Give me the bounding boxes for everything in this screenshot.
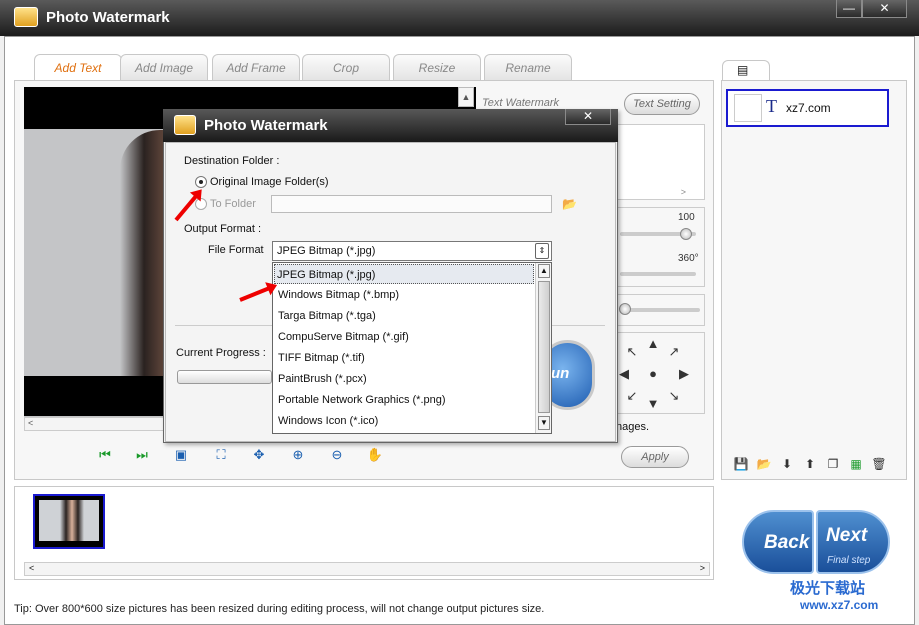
rotate-slider[interactable] <box>620 272 696 276</box>
tab-add-image[interactable]: Add Image <box>120 54 208 80</box>
tab-add-text[interactable]: Add Text <box>34 54 122 81</box>
position-up-right-icon[interactable]: ↗ <box>666 344 682 360</box>
first-image-icon[interactable]: ⏮ <box>96 447 114 463</box>
dropdown-option[interactable]: Targa Bitmap (*.tga) <box>276 306 534 326</box>
dropdown-option[interactable]: Portable Network Graphics (*.png) <box>276 390 534 410</box>
size-slider[interactable] <box>622 308 700 312</box>
apply-to-images-label: nages. <box>616 421 650 433</box>
opacity-max-label: 100 <box>678 212 695 223</box>
file-format-label: File Format <box>208 244 264 256</box>
dialog-title: Photo Watermark <box>204 117 328 134</box>
add-layer-icon[interactable]: ▦ <box>847 457 865 473</box>
move-down-icon[interactable]: ⬇ <box>778 457 796 473</box>
position-down-left-icon[interactable]: ↙ <box>624 388 640 404</box>
to-folder-label[interactable]: To Folder <box>210 198 256 210</box>
position-center-icon[interactable]: ● <box>645 366 661 381</box>
fit-window-icon[interactable]: ▣ <box>172 447 190 463</box>
apply-button[interactable]: Apply <box>621 446 689 468</box>
thumbnail-scrollbar[interactable]: < > <box>24 562 710 576</box>
dropdown-option[interactable]: Windows Bitmap (*.bmp) <box>276 285 534 305</box>
next-label: Next <box>826 525 868 546</box>
layers-icon: ▤ <box>737 63 749 77</box>
minimize-button[interactable]: — <box>836 0 862 18</box>
dialog-title-bar: Photo Watermark ✕ <box>163 109 618 142</box>
wizard-navigation: Back Next Final step <box>742 510 890 574</box>
status-bar: Tip: Over 800*600 size pictures has been… <box>14 603 545 615</box>
file-format-select[interactable]: JPEG Bitmap (*.jpg) ⇕ <box>272 241 552 261</box>
close-button[interactable]: ✕ <box>862 0 907 18</box>
dropdown-option[interactable]: CompuServe Bitmap (*.gif) <box>276 327 534 347</box>
hand-pan-icon[interactable]: ✋ <box>366 447 384 463</box>
size-slider-knob[interactable] <box>619 303 631 315</box>
browse-folder-icon[interactable]: 📂 <box>562 197 577 211</box>
position-down-icon[interactable]: ▼ <box>645 396 661 411</box>
zoom-out-icon[interactable]: ⊖ <box>328 447 346 463</box>
text-setting-button[interactable]: Text Setting <box>624 93 700 115</box>
tab-add-frame[interactable]: Add Frame <box>212 54 300 80</box>
center-icon[interactable]: ✥ <box>250 447 268 463</box>
delete-icon[interactable]: 🗑 <box>870 457 888 473</box>
chevron-down-icon[interactable]: ⇕ <box>535 243 549 259</box>
dropdown-option[interactable]: JPEG Bitmap (*.jpg) <box>274 264 534 284</box>
window-title: Photo Watermark <box>46 9 170 26</box>
file-format-value: JPEG Bitmap (*.jpg) <box>277 245 376 257</box>
output-format-label: Output Format : <box>184 223 262 235</box>
position-right-icon[interactable]: ▶ <box>676 366 692 382</box>
scroll-up-icon[interactable]: ▲ <box>538 264 550 278</box>
dialog-close-button[interactable]: ✕ <box>565 109 611 125</box>
list-item-thumb <box>734 94 762 122</box>
title-bar: Photo Watermark — ✕ <box>0 0 919 36</box>
next-sub-label: Final step <box>827 555 871 566</box>
dropdown-option[interactable]: TIFF Bitmap (*.tif) <box>276 348 534 368</box>
dropdown-scrollbar[interactable]: ▲ ▼ <box>535 263 551 433</box>
watermark-text-box[interactable]: > <box>615 124 705 200</box>
layers-panel <box>721 80 907 480</box>
dropdown-option[interactable]: Windows Icon (*.ico) <box>276 411 534 431</box>
opacity-slider-knob[interactable] <box>680 228 692 240</box>
save-icon[interactable]: 💾 <box>732 457 750 473</box>
list-item[interactable]: T xz7.com <box>726 89 889 127</box>
scroll-thumb[interactable] <box>538 281 550 413</box>
dropdown-option[interactable]: PaintBrush (*.pcx) <box>276 369 534 389</box>
to-folder-input[interactable] <box>271 195 552 213</box>
tab-rename[interactable]: Rename <box>484 54 572 80</box>
original-folder-label[interactable]: Original Image Folder(s) <box>210 176 329 188</box>
preview-scroll-up-button[interactable]: ▲ <box>458 87 474 107</box>
progress-label: Current Progress : <box>176 347 266 359</box>
position-down-right-icon[interactable]: ↘ <box>666 388 682 404</box>
copy-icon[interactable]: ❐ <box>824 457 842 473</box>
move-up-icon[interactable]: ⬆ <box>801 457 819 473</box>
position-left-icon[interactable]: ◀ <box>616 366 632 382</box>
site-watermark-url: www.xz7.com <box>800 598 879 612</box>
list-item-label: xz7.com <box>786 101 831 115</box>
rotate-max-label: 360° <box>678 253 699 264</box>
back-button[interactable]: Back <box>742 510 814 574</box>
position-up-left-icon[interactable]: ↖ <box>624 344 640 360</box>
tab-crop[interactable]: Crop <box>302 54 390 80</box>
zoom-in-icon[interactable]: ⊕ <box>289 447 307 463</box>
site-watermark-name: 极光下载站 <box>790 580 866 597</box>
layers-tab[interactable]: ▤ <box>722 60 770 80</box>
dialog-logo-icon <box>174 115 196 135</box>
text-watermark-label: Text Watermark <box>482 97 560 109</box>
back-label: Back <box>764 532 810 553</box>
tab-resize[interactable]: Resize <box>393 54 481 80</box>
position-up-icon[interactable]: ▲ <box>645 336 661 351</box>
thumbnail-image <box>39 500 99 541</box>
open-folder-icon[interactable]: 📂 <box>755 457 773 473</box>
app-logo-icon <box>14 7 38 27</box>
run-label: un <box>551 365 570 382</box>
actual-size-icon[interactable]: ⛶ <box>212 447 230 463</box>
scroll-down-icon[interactable]: ▼ <box>538 416 550 430</box>
text-layer-icon: T <box>766 96 777 116</box>
destination-label: Destination Folder : <box>184 155 280 167</box>
next-button[interactable]: Next Final step <box>816 510 890 574</box>
progress-bar <box>177 370 272 384</box>
last-image-icon[interactable]: ⏭ <box>133 447 151 463</box>
